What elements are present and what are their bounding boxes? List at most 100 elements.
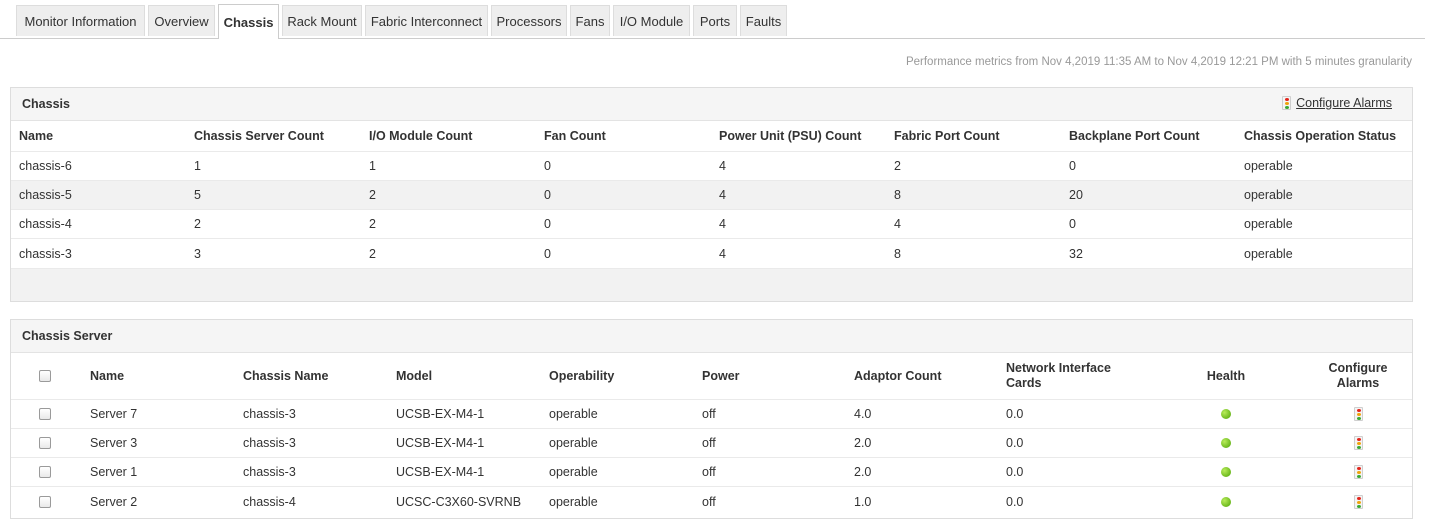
tab-fans[interactable]: Fans [570,5,610,36]
col-model[interactable]: Model [396,353,432,399]
health-cell [1191,400,1261,428]
table-row: chassis-4 2 2 0 4 4 0 operable [11,210,1412,239]
tab-monitor-information[interactable]: Monitor Information [16,5,145,36]
performance-metrics-text: Performance metrics from Nov 4,2019 11:3… [905,56,1412,68]
cell-operation-status: operable [1244,217,1293,231]
cell-backplane-port-count: 20 [1069,188,1083,202]
cell-operability: operable [549,407,598,421]
cell-chassis-name: chassis-3 [243,436,296,450]
tab-overview[interactable]: Overview [148,5,215,36]
traffic-light-icon[interactable] [1353,407,1363,421]
col-name[interactable]: Name [90,353,124,399]
table-row: Server 1 chassis-3 UCSB-EX-M4-1 operable… [11,458,1412,487]
cell-chassis-name: chassis-4 [243,494,296,509]
cell-fabric-port-count: 8 [894,188,901,202]
chassis-server-panel-title: Chassis Server [22,329,113,343]
table-row: Server 7 chassis-3 UCSB-EX-M4-1 operable… [11,400,1412,429]
cell-io-module-count: 2 [369,217,376,231]
cell-fan-count: 0 [544,159,551,173]
table-footer [11,268,1412,301]
chassis-panel-header: Chassis Configure Alarms [11,88,1412,121]
cell-io-module-count: 1 [369,159,376,173]
cell-server-count: 1 [194,159,201,173]
cell-server-count: 2 [194,217,201,231]
cell-name: chassis-5 [19,188,72,202]
tab-fabric-interconnect[interactable]: Fabric Interconnect [365,5,488,36]
traffic-light-icon [1282,96,1292,110]
traffic-light-icon[interactable] [1353,465,1363,479]
tab-processors[interactable]: Processors [491,5,567,36]
cell-nic: 0.0 [1006,494,1024,509]
col-fan-count[interactable]: Fan Count [544,121,606,151]
col-name[interactable]: Name [19,121,53,151]
col-io-module-count[interactable]: I/O Module Count [369,121,472,151]
cell-power: off [702,436,716,450]
green-status-icon [1221,496,1231,507]
health-cell [1191,429,1261,457]
chassis-panel: Chassis Configure Alarms Name Chassis Se… [10,87,1413,302]
col-chassis-server-count[interactable]: Chassis Server Count [194,121,324,151]
col-chassis-operation-status[interactable]: Chassis Operation Status [1244,121,1396,151]
tab-ports[interactable]: Ports [693,5,737,36]
cell-fan-count: 0 [544,188,551,202]
col-adaptor-count[interactable]: Adaptor Count [854,353,941,399]
green-status-icon [1221,438,1231,448]
cell-model: UCSB-EX-M4-1 [396,465,485,479]
tab-chassis[interactable]: Chassis [218,4,279,39]
row-checkbox-cell [39,429,51,457]
cell-server-count: 3 [194,246,201,261]
cell-fan-count: 0 [544,217,551,231]
row-checkbox[interactable] [39,495,51,508]
col-operability[interactable]: Operability [549,353,614,399]
tab-rack-mount[interactable]: Rack Mount [282,5,362,36]
tab-bar: Monitor Information Overview Chassis Rac… [0,0,1425,39]
cell-server-name: Server 3 [90,436,138,450]
row-checkbox[interactable] [39,408,51,420]
cell-adaptor-count: 2.0 [854,465,872,479]
cell-chassis-name: chassis-3 [243,465,296,479]
col-backplane-port-count[interactable]: Backplane Port Count [1069,121,1200,151]
cell-nic: 0.0 [1006,436,1024,450]
cell-server-count: 5 [194,188,201,202]
cell-model: UCSB-EX-M4-1 [396,407,485,421]
row-checkbox-cell [39,487,51,516]
alarm-cell [1323,429,1393,457]
col-chassis-name[interactable]: Chassis Name [243,353,328,399]
tab-faults[interactable]: Faults [740,5,787,36]
cell-backplane-port-count: 0 [1069,159,1076,173]
cell-model: UCSB-EX-M4-1 [396,436,485,450]
traffic-light-icon[interactable] [1353,436,1363,450]
cell-operability: operable [549,465,598,479]
row-checkbox-cell [39,400,51,428]
col-network-interface-cards[interactable]: Network Interface Cards [1006,353,1131,399]
table-row: chassis-5 5 2 0 4 8 20 operable [11,181,1412,210]
alarm-cell [1323,458,1393,486]
cell-server-name: Server 7 [90,407,138,421]
cell-name: chassis-4 [19,217,72,231]
col-power[interactable]: Power [702,353,740,399]
table-row: chassis-6 1 1 0 4 2 0 operable [11,152,1412,181]
col-configure-alarms[interactable]: Configure Alarms [1323,353,1393,399]
cell-adaptor-count: 2.0 [854,436,872,450]
row-checkbox[interactable] [39,437,51,449]
col-psu-count[interactable]: Power Unit (PSU) Count [719,121,861,151]
table-row: Server 2 chassis-4 UCSC-C3X60-SVRNB oper… [11,487,1412,516]
table-row: Server 3 chassis-3 UCSB-EX-M4-1 operable… [11,429,1412,458]
cell-backplane-port-count: 32 [1069,246,1083,261]
select-all-checkbox[interactable] [39,370,51,382]
col-health[interactable]: Health [1191,353,1261,399]
select-all-checkbox-cell [39,353,51,399]
table-row: chassis-3 3 2 0 4 8 32 operable [11,239,1412,268]
cell-operation-status: operable [1244,188,1293,202]
col-fabric-port-count[interactable]: Fabric Port Count [894,121,1000,151]
cell-name: chassis-6 [19,159,72,173]
row-checkbox[interactable] [39,466,51,478]
cell-power: off [702,494,716,509]
cell-nic: 0.0 [1006,465,1024,479]
configure-alarms-link[interactable]: Configure Alarms [1282,96,1392,110]
tab-io-module[interactable]: I/O Module [613,5,690,36]
cell-psu-count: 4 [719,159,726,173]
cell-adaptor-count: 4.0 [854,407,872,421]
cell-psu-count: 4 [719,217,726,231]
traffic-light-icon[interactable] [1353,494,1363,509]
